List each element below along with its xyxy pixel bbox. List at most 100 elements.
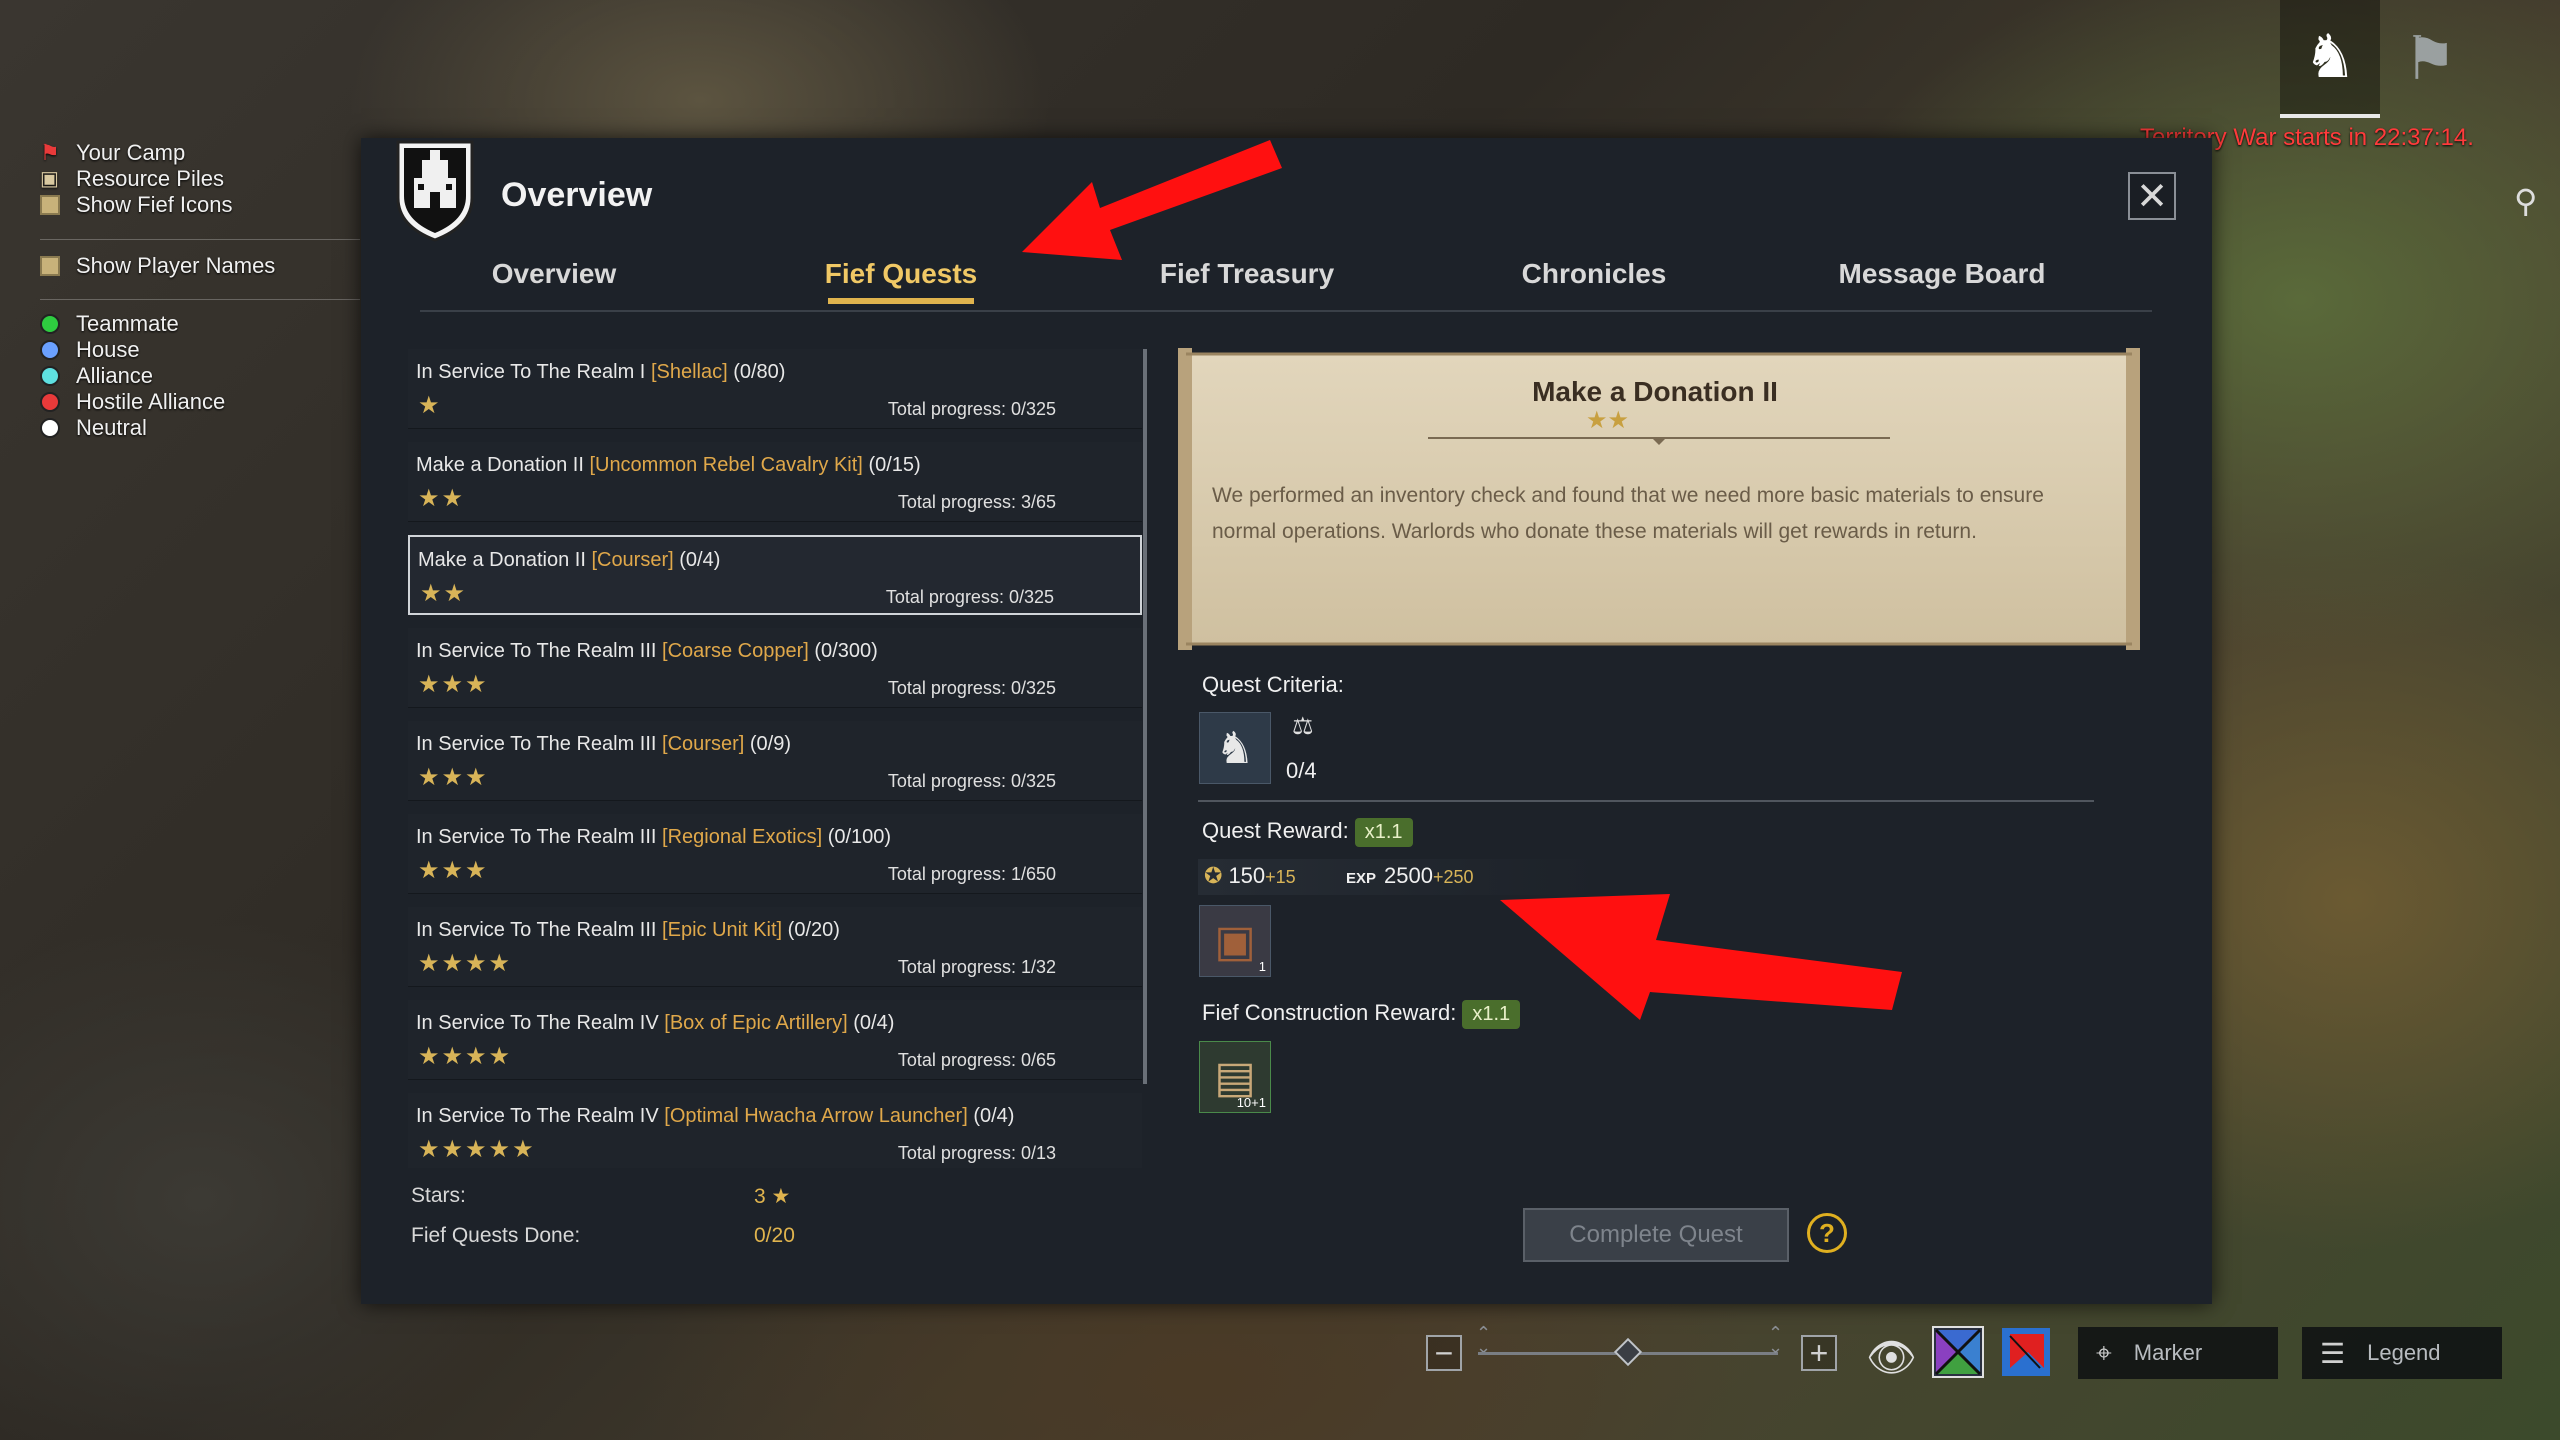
castle-emblem-icon	[396, 140, 474, 242]
teammate-dot-icon	[40, 314, 60, 334]
red-flag-icon: ⚑	[40, 140, 60, 165]
quest-list-item[interactable]: In Service To The Realm III [Regional Ex…	[408, 814, 1142, 894]
tab-fief-quests[interactable]: Fief Quests	[825, 258, 977, 290]
tab-overview[interactable]: Overview	[492, 258, 617, 290]
quest-progress: Total progress: 1/650	[887, 864, 1056, 884]
zoom-arrows-icon: ⌃ ⌄	[1476, 1323, 1492, 1357]
criteria-count: 0/4	[1286, 758, 1317, 783]
quest-material: [Shellac]	[650, 361, 728, 383]
zoom-arrows-icon: ⌃ ⌄	[1768, 1323, 1784, 1357]
flag-tab[interactable]: ⚑	[2380, 0, 2480, 118]
divider	[1198, 800, 2094, 802]
tab-message-board[interactable]: Message Board	[1839, 258, 2046, 290]
zoom-slider-handle[interactable]	[1613, 1337, 1643, 1367]
quest-list-scrollbar[interactable]	[1143, 349, 1147, 1084]
construction-item-slot[interactable]: ▤ 10+1	[1199, 1041, 1271, 1113]
relation-alliance: Alliance	[40, 363, 153, 389]
show-player-names-checkbox[interactable]: Show Player Names	[40, 253, 275, 279]
quest-count: (0/100)	[827, 826, 892, 848]
panel-title: Overview	[501, 176, 653, 214]
resource-piles-toggle[interactable]: ▣ Resource Piles	[40, 166, 224, 192]
quest-material: [Optimal Hwacha Arrow Launcher]	[664, 1105, 968, 1127]
fief-construction-reward-label: Fief Construction Reward: x1.1	[1202, 1000, 1521, 1029]
star-icon: ★	[771, 1185, 791, 1208]
checkbox-icon	[40, 195, 60, 215]
resource-pile-icon: ▣	[40, 168, 59, 190]
search-icon[interactable]: ⚲	[2514, 182, 2537, 220]
quest-stars: ★★★★	[418, 950, 513, 977]
quest-count: (0/4)	[679, 549, 721, 571]
visibility-eye-icon[interactable]: 👁	[1866, 1334, 1917, 1381]
quest-progress: Total progress: 3/65	[897, 492, 1056, 512]
honor-medal-icon: ✪	[1204, 863, 1223, 888]
checkbox-icon	[40, 256, 60, 276]
courser-item-slot[interactable]: ♞	[1199, 712, 1271, 784]
marker-button[interactable]: ⌖ Marker	[2078, 1327, 2278, 1379]
quest-name: In Service To The Realm III	[416, 826, 657, 848]
legend-button[interactable]: ☰ Legend	[2302, 1327, 2502, 1379]
exp-icon: EXP	[1346, 870, 1377, 887]
treasure-chest-icon: ▣	[1214, 916, 1256, 966]
quest-material: [Uncommon Rebel Cavalry Kit]	[589, 454, 863, 476]
quest-name: In Service To The Realm III	[416, 733, 657, 755]
flag-icon: ⚑	[2403, 25, 2457, 92]
alliance-view-toggle[interactable]	[2000, 1326, 2052, 1378]
territory-view-toggle[interactable]	[1932, 1326, 1984, 1378]
quest-description: We performed an inventory check and foun…	[1212, 484, 2044, 543]
quest-material: [Courser]	[591, 549, 674, 571]
scales-icon: ⚖	[1292, 713, 1314, 740]
quest-stars: ★★★	[418, 671, 489, 698]
quest-count: (0/80)	[733, 361, 786, 383]
quest-count: (0/9)	[749, 733, 791, 755]
horse-icon: ♞	[1215, 723, 1255, 773]
quest-name: In Service To The Realm III	[416, 640, 657, 662]
divider	[40, 299, 360, 300]
active-tab-indicator	[828, 298, 974, 304]
quest-stars: ★★★	[418, 857, 489, 884]
quest-list-item[interactable]: In Service To The Realm III [Courser] (0…	[408, 721, 1142, 801]
zoom-in-button[interactable]: +	[1801, 1335, 1837, 1371]
annotation-arrow	[1022, 140, 1282, 260]
quest-list-item[interactable]: In Service To The Realm IV [Box of Epic …	[408, 1000, 1142, 1080]
zoom-out-button[interactable]: −	[1426, 1335, 1462, 1371]
quest-progress: Total progress: 1/32	[897, 957, 1056, 977]
relation-teammate: Teammate	[40, 311, 179, 337]
reward-multiplier-badge: x1.1	[1354, 818, 1413, 847]
quest-progress: Total progress: 0/325	[887, 771, 1056, 791]
hostile-alliance-dot-icon	[40, 392, 60, 412]
quest-detail-title: Make a Donation II	[1532, 376, 1778, 407]
tab-chronicles[interactable]: Chronicles	[1522, 258, 1667, 290]
quest-name: In Service To The Realm IV	[416, 1105, 659, 1127]
complete-quest-button[interactable]: Complete Quest	[1523, 1208, 1789, 1262]
relation-hostile-alliance: Hostile Alliance	[40, 389, 225, 415]
close-icon: ✕	[2136, 175, 2168, 218]
quest-list-item[interactable]: In Service To The Realm IV [Optimal Hwac…	[408, 1093, 1142, 1168]
quest-list-item-selected[interactable]: Make a Donation II [Courser] (0/4) ★★ To…	[408, 535, 1142, 615]
map-mode-tabs: ♞ ⚑	[2280, 0, 2480, 118]
quest-stars: ★★★★	[418, 1043, 513, 1070]
annotation-arrow	[1500, 894, 1902, 1020]
quest-list-item[interactable]: In Service To The Realm I [Shellac] (0/8…	[408, 349, 1142, 429]
reward-chest-slot[interactable]: ▣ 1	[1199, 905, 1271, 977]
quest-progress: Total progress: 0/325	[887, 678, 1056, 698]
quest-count: (0/4)	[973, 1105, 1015, 1127]
quest-progress: Total progress: 0/325	[885, 587, 1054, 607]
quest-stars: ★★	[420, 580, 468, 607]
fief-quests-done-label: Fief Quests Done:	[411, 1224, 581, 1247]
quest-list-item[interactable]: In Service To The Realm III [Epic Unit K…	[408, 907, 1142, 987]
quest-criteria-label: Quest Criteria:	[1202, 672, 1344, 697]
quest-count: (0/20)	[787, 919, 840, 941]
quest-material: [Epic Unit Kit]	[662, 919, 783, 941]
quest-list-item[interactable]: Make a Donation II [Uncommon Rebel Caval…	[408, 442, 1142, 522]
stars-value: 3 ★	[754, 1185, 791, 1208]
quest-progress: Total progress: 0/13	[897, 1143, 1056, 1163]
quest-list-item[interactable]: In Service To The Realm III [Coarse Copp…	[408, 628, 1142, 708]
show-fief-icons-checkbox[interactable]: Show Fief Icons	[40, 192, 233, 218]
close-button[interactable]: ✕	[2128, 172, 2176, 220]
quest-stars: ★★★	[418, 764, 489, 791]
construction-item-count: 10+1	[1236, 1095, 1266, 1110]
help-button[interactable]: ?	[1807, 1213, 1847, 1253]
your-camp-toggle[interactable]: ⚑ Your Camp	[40, 140, 185, 166]
horse-tab[interactable]: ♞	[2280, 0, 2380, 118]
quest-name: Make a Donation II	[418, 549, 586, 571]
